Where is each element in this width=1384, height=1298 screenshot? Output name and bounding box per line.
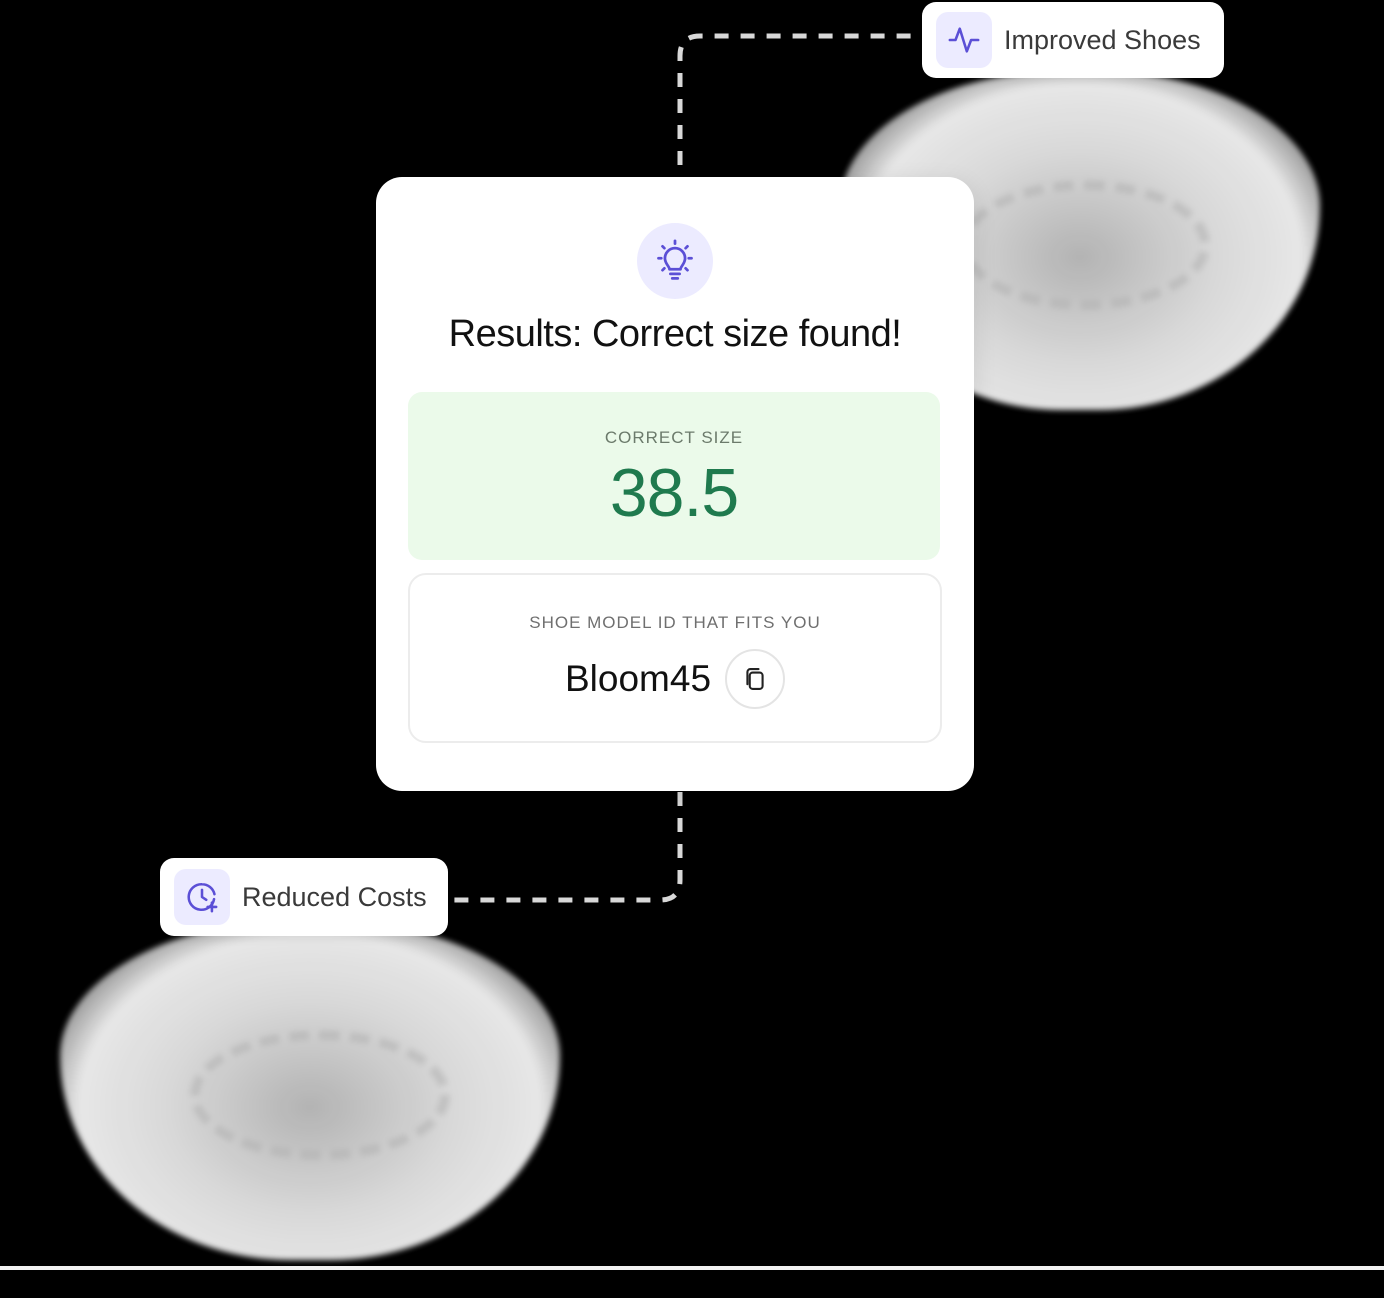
shoe-model-id: Bloom45 [564, 658, 712, 699]
improved-shoes-label: Improved Shoes [1004, 24, 1201, 55]
results-card: Results: Correct size found! CORRECT SIZ… [376, 177, 974, 791]
copy-icon [746, 668, 764, 690]
activity-pulse-icon [936, 12, 992, 68]
reduced-costs-tag: Reduced Costs [160, 858, 448, 936]
shoe-model-row: Bloom45 [410, 649, 940, 709]
shoe-model-label: SHOE MODEL ID THAT FITS YOU [529, 613, 821, 632]
lightbulb-icon [637, 223, 713, 299]
results-title: Results: Correct size found! [448, 313, 902, 355]
shoe-model-panel: SHOE MODEL ID THAT FITS YOU Bloom45 [408, 573, 942, 743]
correct-size-panel: CORRECT SIZE 38.5 [408, 392, 940, 560]
reduced-costs-label: Reduced Costs [242, 881, 427, 912]
correct-size-value: 38.5 [609, 455, 739, 531]
copy-button[interactable] [725, 649, 786, 709]
clock-plus-icon [174, 869, 230, 925]
correct-size-label: CORRECT SIZE [604, 428, 744, 447]
improved-shoes-tag: Improved Shoes [922, 2, 1224, 78]
